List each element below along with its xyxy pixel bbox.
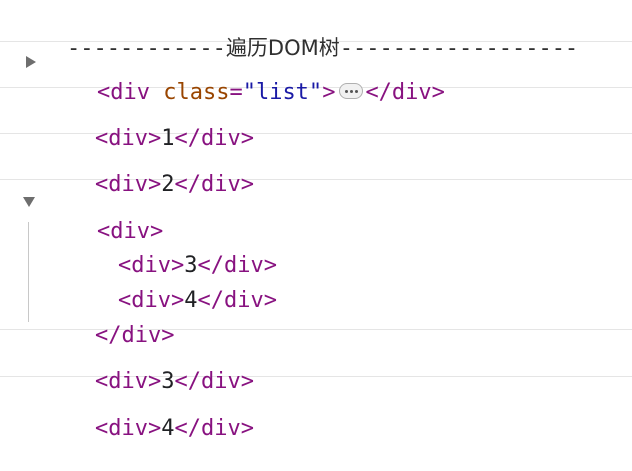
element-div-3[interactable]: <div>3</div> — [42, 340, 254, 394]
header-text: ------------遍历DOM树------------------ — [14, 6, 578, 61]
element-div-open[interactable]: <div> — [44, 190, 163, 244]
indent-guide — [28, 222, 29, 322]
text-node: 4 — [161, 416, 175, 441]
log-row-div-1[interactable]: <div>1</div> — [0, 88, 632, 151]
console-header-row: ------------遍历DOM树------------------ — [0, 0, 632, 61]
element-div-4[interactable]: <div>4</div> — [42, 387, 254, 441]
log-row-expanded-div[interactable]: <div> <div>3</div> <div>4</div> </div> — [0, 180, 632, 348]
element-list-collapsed[interactable]: <div class="list"> </div> — [44, 51, 445, 105]
child-div-4[interactable]: <div>4</div> — [65, 259, 277, 313]
open-tag: <div> — [94, 416, 162, 441]
log-row-list[interactable]: <div class="list"> </div> — [0, 42, 632, 105]
text-node: 4 — [184, 288, 198, 313]
element-div-2[interactable]: <div>2</div> — [42, 143, 254, 197]
close-tag: </div> — [174, 416, 254, 441]
close-tag: </div> — [197, 288, 277, 313]
element-div-close[interactable]: </div> — [42, 294, 174, 348]
child-div-3[interactable]: <div>3</div> — [65, 224, 277, 278]
log-row-div-3[interactable]: <div>3</div> — [0, 330, 632, 394]
log-row-div-2[interactable]: <div>2</div> — [0, 134, 632, 197]
expand-triangle-icon[interactable] — [26, 56, 36, 68]
log-row-div-4[interactable]: <div>4</div> — [0, 377, 632, 441]
element-div-1[interactable]: <div>1</div> — [42, 97, 254, 151]
collapse-triangle-icon[interactable] — [23, 197, 35, 207]
